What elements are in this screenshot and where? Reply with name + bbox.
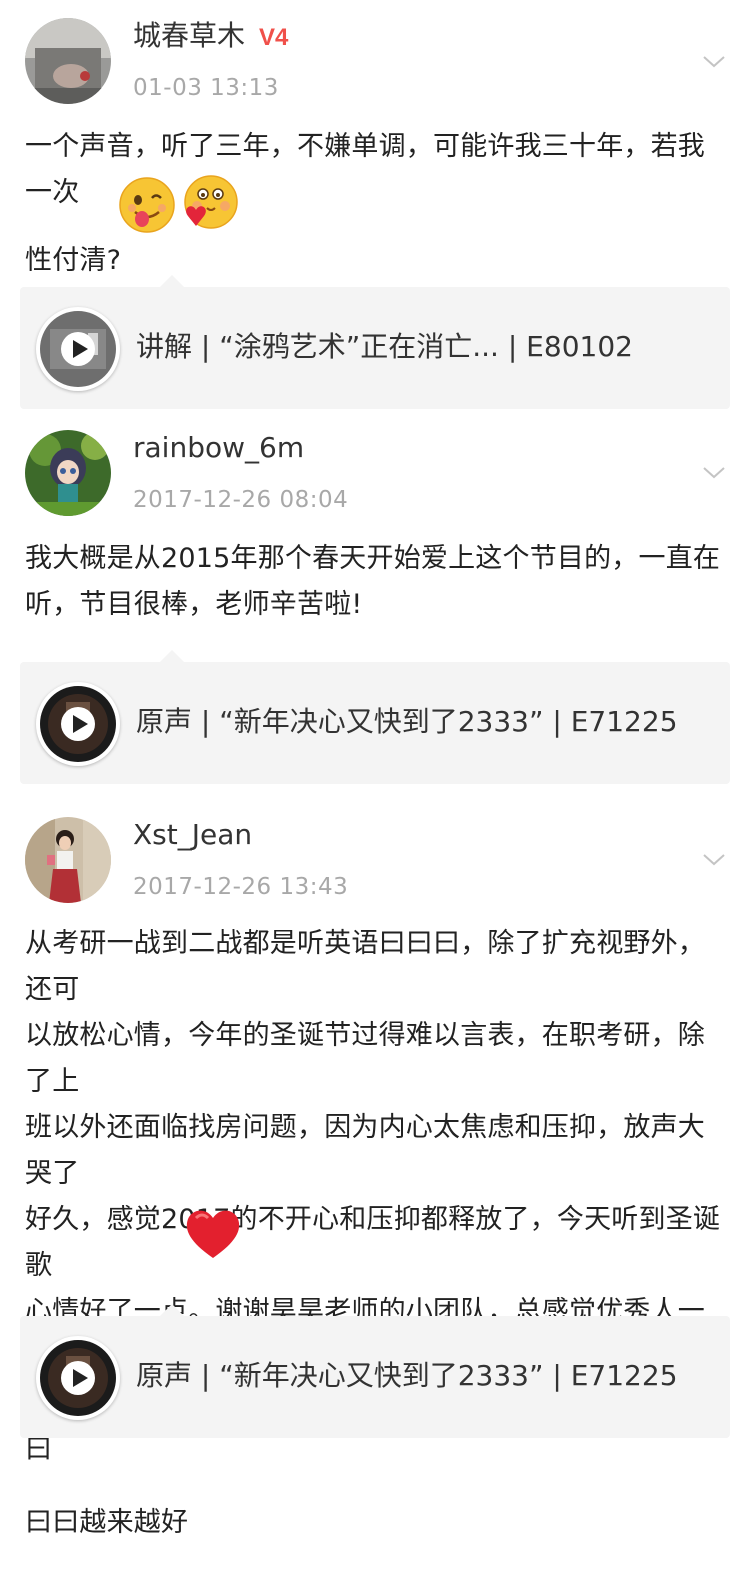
comment-line: 我大概是从2015年那个春天开始爱上这个节目的，一直在 [25,543,721,574]
username[interactable]: Xst_Jean [133,817,252,853]
timestamp: 2017-12-26 08:04 [133,487,349,513]
avatar[interactable] [25,817,111,903]
card-notch [160,650,184,662]
play-button[interactable] [36,1336,120,1420]
card-notch [160,1304,184,1316]
comment-line: 性付清? [25,245,122,276]
episode-title[interactable]: 原声 | “新年决心又快到了2333” | E71225 [136,1356,678,1396]
chevron-down-icon[interactable] [699,52,729,72]
red-heart-emoji-icon [186,1210,240,1258]
timestamp: 2017-12-26 13:43 [133,874,349,900]
play-button[interactable] [36,307,120,391]
episode-title[interactable]: 讲解 | “涂鸦艺术”正在消亡... | E80102 [136,327,633,367]
comment-line: 班以外还面临找房问题，因为内心太焦虑和压抑，放声大哭了 [25,1112,705,1189]
audio-card[interactable]: 原声 | “新年决心又快到了2333” | E71225 [20,650,730,784]
comment-line: 好久，感觉2017的不开心和压抑都释放了，今天听到圣诞歌 [25,1204,721,1281]
vip-level-badge: V4 [259,24,289,51]
card-notch [160,275,184,287]
comment-line: 从考研一战到二战都是听英语曰曰曰，除了扩充视野外，还可 [25,928,705,1005]
timestamp: 01-03 13:13 [133,75,279,101]
comment-line: 听，节目很棒，老师辛苦啦! [25,589,363,620]
heart-face-emoji-icon [184,175,238,229]
avatar[interactable] [25,18,111,104]
audio-card[interactable]: 讲解 | “涂鸦艺术”正在消亡... | E80102 [20,275,730,409]
audio-card[interactable]: 原声 | “新年决心又快到了2333” | E71225 [20,1304,730,1438]
comment-item: 城春草木 V4 01-03 13:13 一个声音，听了三年，不嫌单调，可能许我三十… [0,0,750,412]
chevron-down-icon[interactable] [699,850,729,870]
username[interactable]: 城春草木 V4 [133,18,288,56]
play-button[interactable] [36,682,120,766]
username[interactable]: rainbow_6m [133,430,304,466]
avatar[interactable] [25,430,111,516]
comment-line: 以放松心情，今年的圣诞节过得难以言表，在职考研，除了上 [25,1020,705,1097]
episode-title[interactable]: 原声 | “新年决心又快到了2333” | E71225 [136,702,678,742]
chevron-down-icon[interactable] [699,463,729,483]
comment-line: 曰曰越来越好 [25,1507,189,1538]
comment-text: 我大概是从2015年那个春天开始爱上这个节目的，一直在 听，节目很棒，老师辛苦啦… [25,536,730,628]
tongue-out-emoji-icon [119,177,175,233]
comment-text: 从考研一战到二战都是听英语曰曰曰，除了扩充视野外，还可 以放松心情，今年的圣诞节… [25,921,730,1573]
username-text[interactable]: 城春草木 [133,19,245,52]
